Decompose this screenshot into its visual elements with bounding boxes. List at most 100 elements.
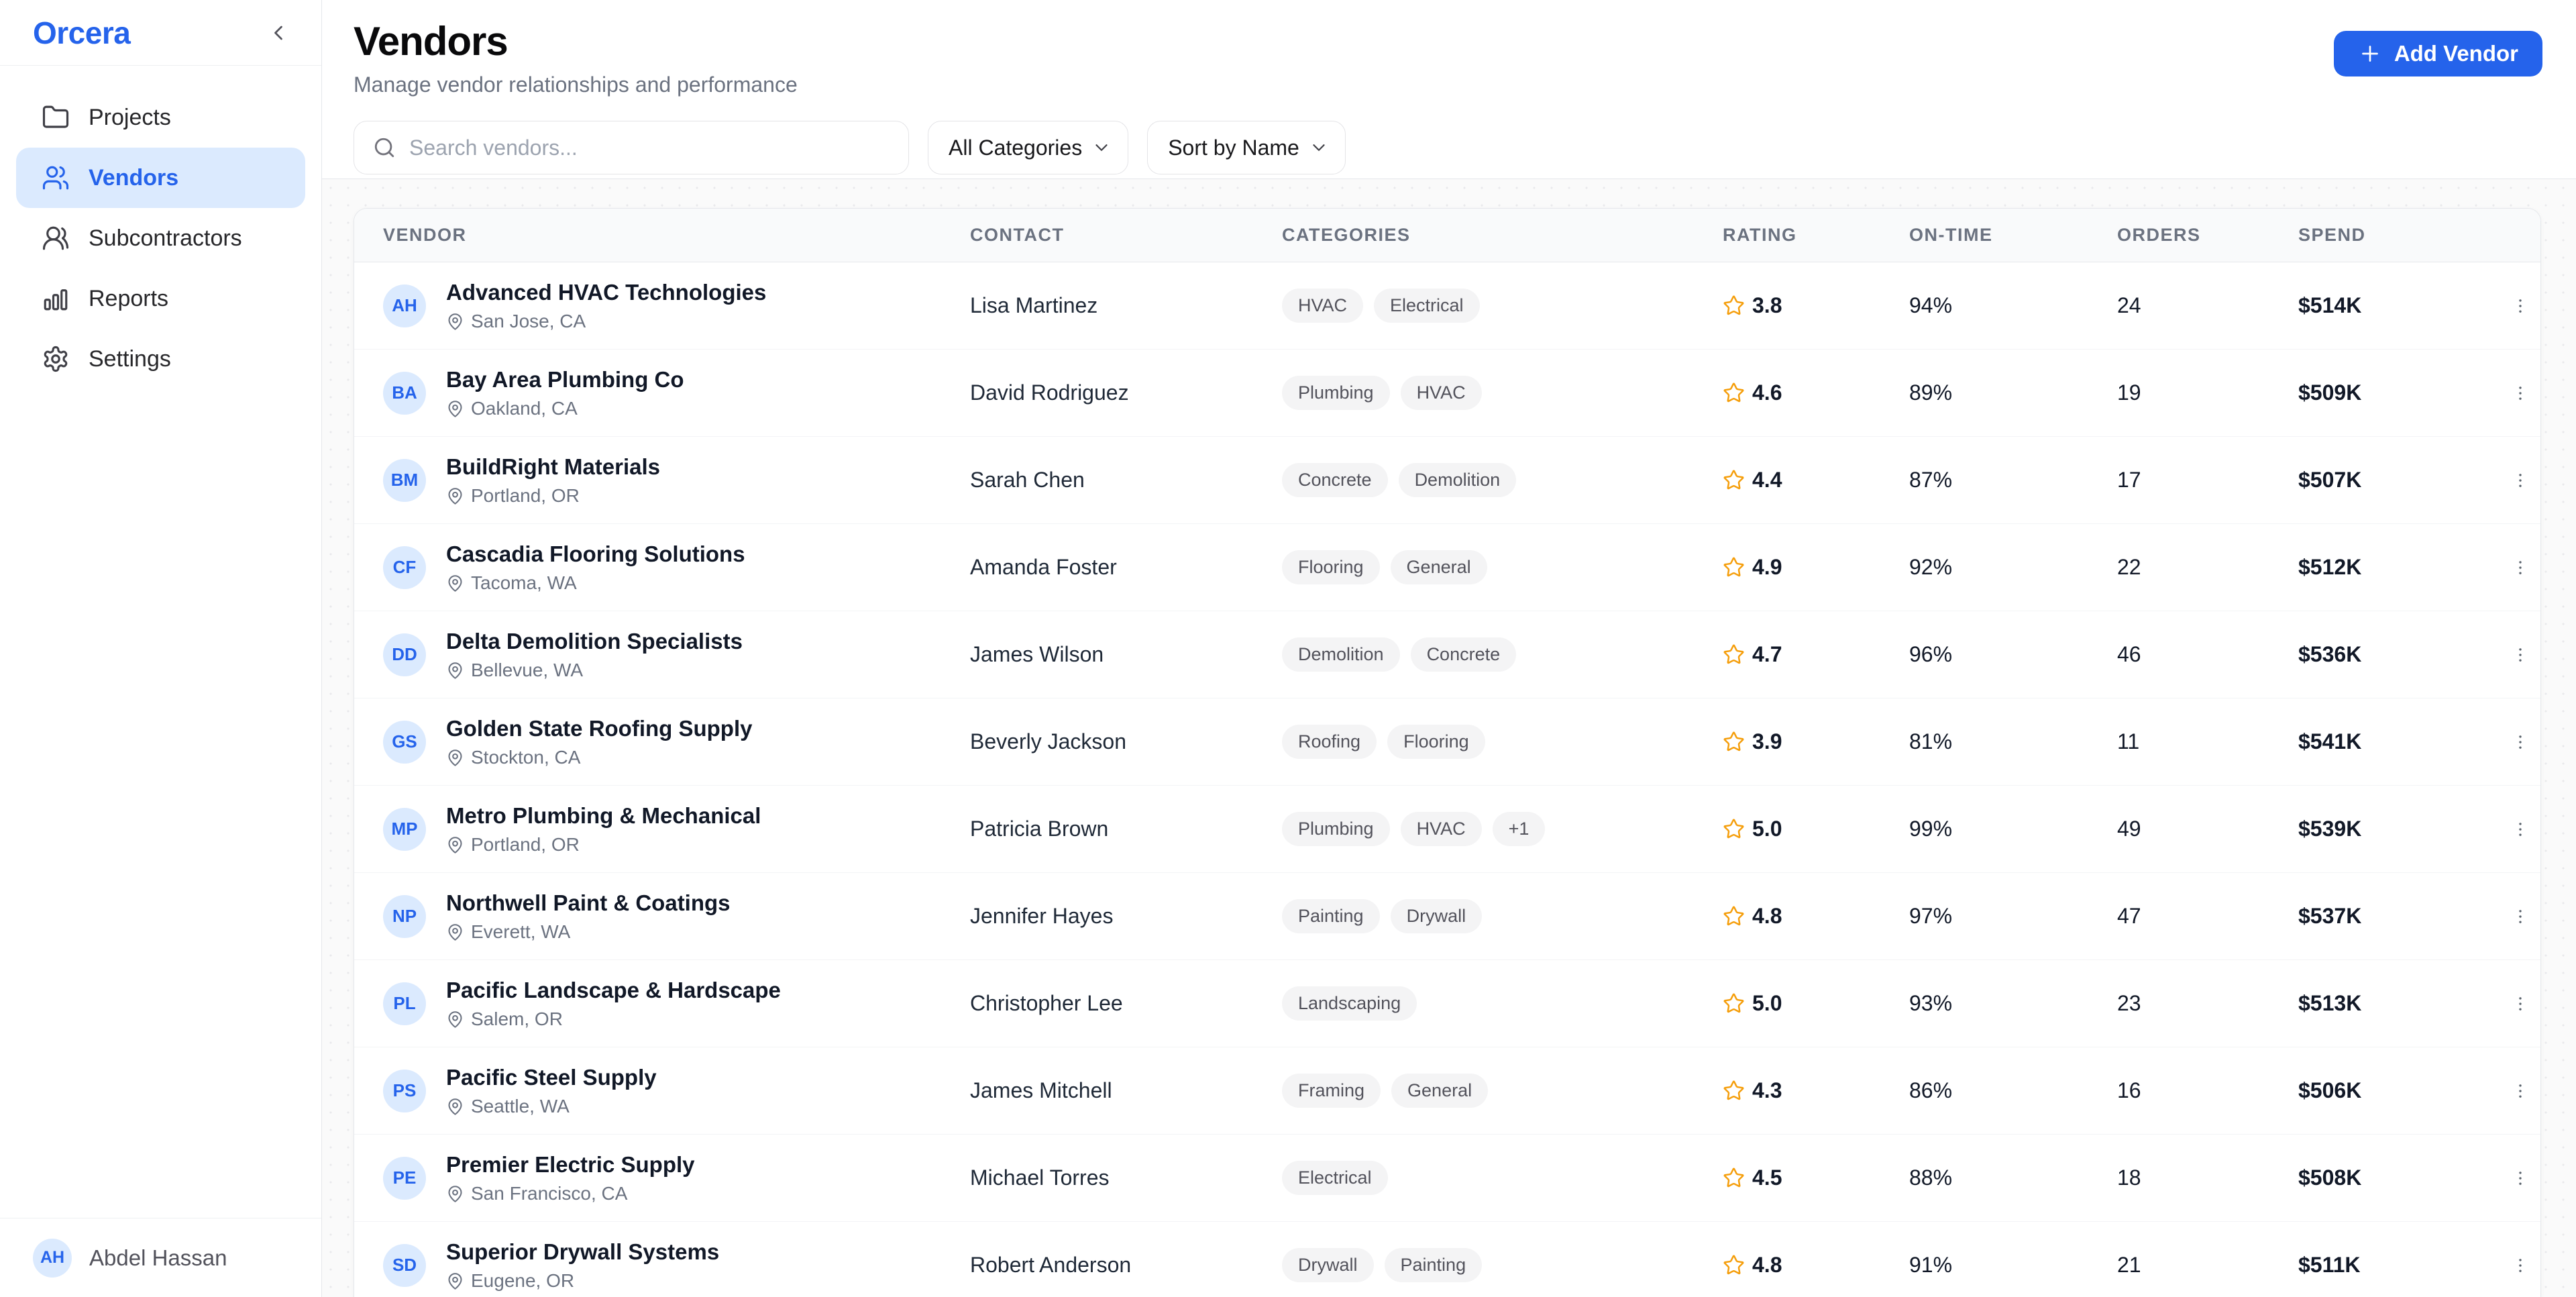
rating-cell: 4.6 [1723,380,1909,405]
vendor-name: Metro Plumbing & Mechanical [446,802,761,829]
row-menu-button[interactable] [2500,809,2540,849]
row-menu-button[interactable] [2500,635,2540,675]
star-icon [1723,1167,1745,1189]
table-row[interactable]: NP Northwell Paint & Coatings Everett, W… [354,873,2540,960]
row-menu-button[interactable] [2500,1071,2540,1111]
search-input[interactable] [408,135,890,161]
vendor-info: Metro Plumbing & Mechanical Portland, OR [446,802,761,855]
rating-value: 4.8 [1752,1253,1782,1278]
star-icon [1723,1254,1745,1276]
page-title: Vendors [354,21,2542,62]
page-subtitle: Manage vendor relationships and performa… [354,72,2542,97]
rating-cell: 4.4 [1723,468,1909,492]
row-menu-button[interactable] [2500,548,2540,588]
rating-value: 3.9 [1752,729,1782,754]
spend-value: $514K [2298,293,2500,318]
map-pin-icon [446,1010,464,1029]
vendor-avatar: CF [383,546,426,589]
vendor-avatar: PS [383,1070,426,1112]
rating-cell: 5.0 [1723,991,1909,1016]
row-menu-button[interactable] [2500,896,2540,937]
vendor-name: Northwell Paint & Coatings [446,890,731,917]
orders-value: 18 [2117,1165,2298,1190]
vendor-location: San Francisco, CA [446,1183,695,1204]
sidebar-item-reports[interactable]: Reports [16,268,305,329]
orders-value: 19 [2117,380,2298,405]
row-actions [2500,548,2540,588]
users-icon [42,164,70,192]
category-filter-select[interactable]: All Categories [928,121,1128,174]
table-row[interactable]: CF Cascadia Flooring Solutions Tacoma, W… [354,524,2540,611]
vendor-info: Bay Area Plumbing Co Oakland, CA [446,366,684,419]
sidebar-item-settings[interactable]: Settings [16,329,305,389]
rating-cell: 4.9 [1723,555,1909,580]
add-vendor-label: Add Vendor [2394,41,2518,66]
category-tag: Roofing [1282,725,1377,759]
contact-name: Sarah Chen [970,468,1282,492]
column-header-on-time: ON-TIME [1909,225,2117,246]
sidebar-item-label: Projects [89,105,171,131]
contact-name: Amanda Foster [970,555,1282,580]
map-pin-icon [446,1272,464,1290]
row-menu-button[interactable] [2500,984,2540,1024]
sidebar-item-label: Subcontractors [89,225,242,252]
chevron-down-icon [1309,138,1329,158]
star-icon [1723,1080,1745,1102]
category-tags: Plumbing HVAC [1282,376,1723,410]
spend-value: $506K [2298,1078,2500,1103]
table-row[interactable]: PL Pacific Landscape & Hardscape Salem, … [354,960,2540,1047]
vendor-location-text: Everett, WA [471,921,570,943]
vendor-name: Golden State Roofing Supply [446,715,753,742]
page-header: Vendors Manage vendor relationships and … [322,0,2576,179]
contact-name: James Wilson [970,642,1282,667]
vendor-info: BuildRight Materials Portland, OR [446,454,660,507]
sort-select[interactable]: Sort by Name [1147,121,1346,174]
table-row[interactable]: DD Delta Demolition Specialists Bellevue… [354,611,2540,698]
vendor-cell: AH Advanced HVAC Technologies San Jose, … [383,279,970,332]
row-menu-button[interactable] [2500,373,2540,413]
kebab-menu-icon [2510,383,2530,403]
add-vendor-button[interactable]: Add Vendor [2334,31,2542,76]
table-row[interactable]: PS Pacific Steel Supply Seattle, WA Jame… [354,1047,2540,1135]
rating-value: 4.7 [1752,642,1782,667]
sidebar-item-vendors[interactable]: Vendors [16,148,305,208]
table-row[interactable]: SD Superior Drywall Systems Eugene, OR R… [354,1222,2540,1297]
plus-icon [2358,42,2382,66]
table-row[interactable]: AH Advanced HVAC Technologies San Jose, … [354,262,2540,350]
rating-cell: 5.0 [1723,817,1909,841]
row-menu-button[interactable] [2500,1158,2540,1198]
vendor-location-text: Seattle, WA [471,1096,570,1117]
category-tag: Concrete [1411,637,1517,672]
table-row[interactable]: BA Bay Area Plumbing Co Oakland, CA Davi… [354,350,2540,437]
vendor-location: Portland, OR [446,485,660,507]
category-tags: Landscaping [1282,986,1723,1021]
contact-name: David Rodriguez [970,380,1282,405]
contact-name: Lisa Martinez [970,293,1282,318]
orders-value: 47 [2117,904,2298,929]
table-row[interactable]: BM BuildRight Materials Portland, OR Sar… [354,437,2540,524]
vendor-cell: SD Superior Drywall Systems Eugene, OR [383,1239,970,1292]
rating-value: 3.8 [1752,293,1782,318]
table-row[interactable]: MP Metro Plumbing & Mechanical Portland,… [354,786,2540,873]
sidebar-item-projects[interactable]: Projects [16,87,305,148]
kebab-menu-icon [2510,1168,2530,1188]
sidebar-item-label: Vendors [89,165,178,191]
row-menu-button[interactable] [2500,722,2540,762]
table-row[interactable]: GS Golden State Roofing Supply Stockton,… [354,698,2540,786]
vendor-avatar: BA [383,372,426,415]
table-row[interactable]: PE Premier Electric Supply San Francisco… [354,1135,2540,1222]
sidebar-item-subcontractors[interactable]: Subcontractors [16,208,305,268]
vendor-avatar: BM [383,459,426,502]
spend-value: $511K [2298,1253,2500,1278]
vendor-location-text: San Francisco, CA [471,1183,627,1204]
row-actions [2500,984,2540,1024]
collapse-sidebar-button[interactable] [261,15,296,50]
orders-value: 22 [2117,555,2298,580]
user-menu[interactable]: AH Abdel Hassan [0,1218,321,1297]
orders-value: 11 [2117,729,2298,754]
map-pin-icon [446,400,464,418]
row-menu-button[interactable] [2500,1245,2540,1286]
vendor-avatar: GS [383,721,426,764]
row-menu-button[interactable] [2500,286,2540,326]
row-menu-button[interactable] [2500,460,2540,501]
